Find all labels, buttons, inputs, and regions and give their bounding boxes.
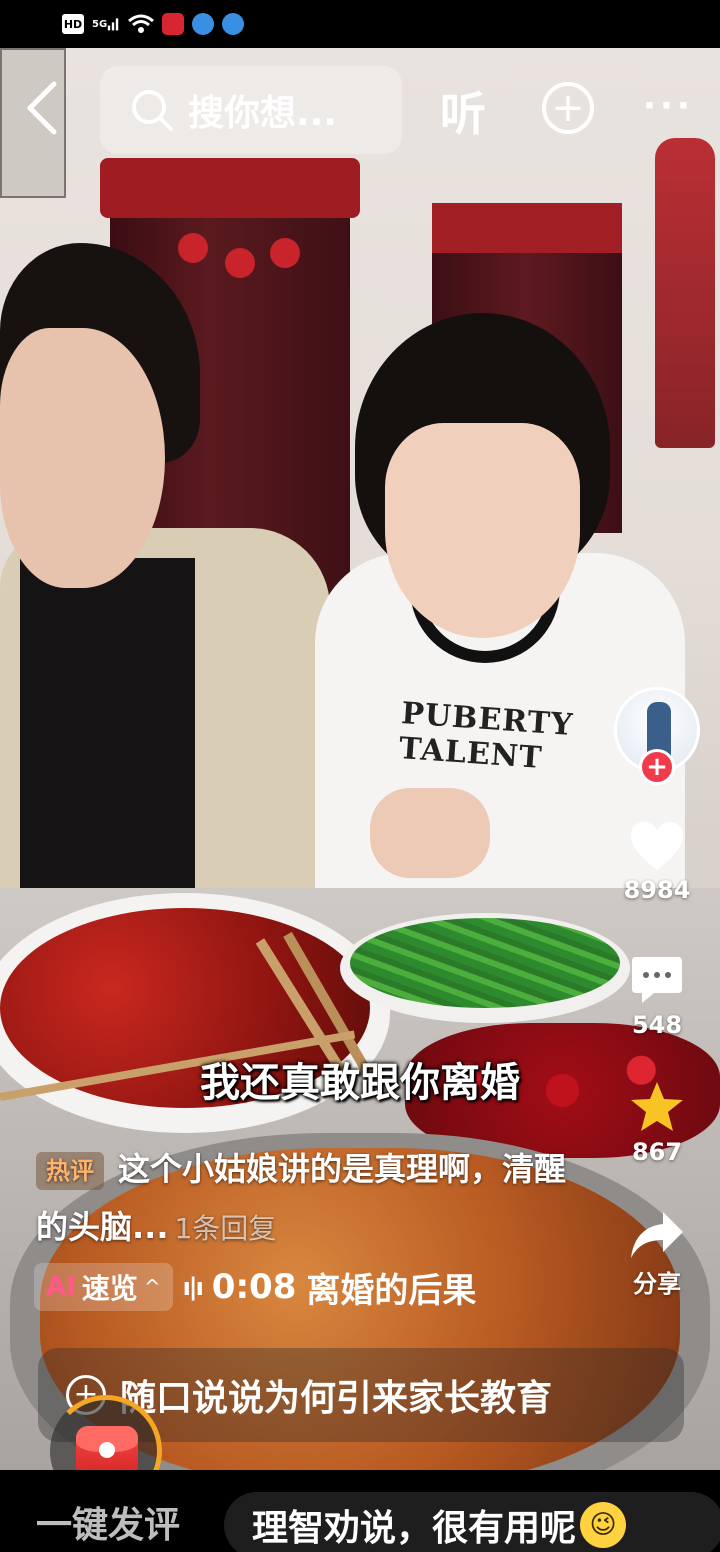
girl-face: [385, 423, 580, 638]
favorite-count: 867: [631, 1138, 683, 1166]
ai-summary-bar[interactable]: AI 速览 ^ ı|ı 0:08 离婚的后果: [34, 1262, 564, 1312]
listen-button[interactable]: 听: [440, 78, 486, 144]
app-notification-icon-2: [222, 13, 244, 35]
door-decoration: [432, 203, 622, 253]
wifi-icon: [128, 14, 154, 34]
hd-voice-icon: HD: [62, 14, 84, 34]
search-box[interactable]: 搜你想...: [100, 66, 402, 154]
ai-summary-toggle[interactable]: AI 速览 ^: [34, 1263, 173, 1311]
door-decoration: [100, 158, 360, 218]
caret-up-icon: ^: [143, 1275, 161, 1299]
shirt-print: PUBERTY TALENT: [397, 696, 575, 776]
reply-count[interactable]: 1条回复: [174, 1212, 276, 1245]
app-notification-icon: [192, 13, 214, 35]
search-placeholder: 搜你想...: [188, 93, 338, 134]
video-subtitle: 我还真敢跟你离婚: [200, 1060, 520, 1106]
chinese-knot: [655, 138, 715, 448]
audio-wave-icon: ı|ı: [182, 1273, 204, 1301]
status-bar: HD 5G: [0, 0, 720, 48]
chevron-left-icon: [27, 81, 57, 135]
hot-comment[interactable]: 热评 这个小姑娘讲的是真理啊，清醒的头脑... 1条回复: [36, 1140, 596, 1258]
more-button[interactable]: ···: [643, 86, 694, 126]
ai-logo-icon: AI: [46, 1272, 76, 1302]
back-button[interactable]: [22, 78, 66, 138]
hot-comment-text: 这个小姑娘讲的是真理啊，清醒的头脑...: [36, 1150, 567, 1246]
ai-summary-label: 速览: [81, 1272, 138, 1305]
ai-summary-topic: 离婚的后果: [306, 1270, 477, 1311]
woman-face: [0, 328, 165, 588]
green-beans: [350, 918, 620, 1008]
share-arrow-icon: [631, 1212, 683, 1258]
share-button[interactable]: 分享: [607, 1210, 707, 1299]
lantern: [270, 238, 300, 268]
quick-reply-text: 理智劝说，很有用呢: [252, 1508, 577, 1549]
signal-5g-icon: 5G: [92, 14, 120, 34]
one-click-comment-button[interactable]: 一键发评: [36, 1496, 180, 1548]
like-count: 8984: [623, 876, 691, 904]
girl-arm: [370, 788, 490, 878]
search-icon: [132, 90, 173, 131]
lantern: [225, 248, 255, 278]
red-packet-seal: [99, 1442, 115, 1458]
add-icon[interactable]: +: [542, 82, 594, 134]
hot-comment-tag: 热评: [36, 1152, 104, 1190]
related-search-text: 随口说说为何引来家长教育: [120, 1378, 553, 1419]
lantern: [178, 233, 208, 263]
share-label: 分享: [633, 1270, 681, 1298]
comment-button[interactable]: 548: [607, 955, 707, 1039]
comment-count: 548: [631, 1011, 683, 1039]
follow-button[interactable]: +: [639, 749, 675, 785]
comment-icon: [632, 957, 682, 1003]
toutiao-notification-icon: [162, 13, 184, 35]
quick-reply-chip[interactable]: 理智劝说，很有用呢 😉: [224, 1492, 720, 1552]
signal-bars-icon: [107, 18, 119, 31]
wink-emoji-icon: 😉: [580, 1502, 627, 1548]
network-label: 5G: [92, 18, 108, 30]
like-button[interactable]: 8984: [607, 820, 707, 904]
heart-icon: [631, 822, 683, 870]
ai-summary-time: 0:08: [211, 1267, 297, 1307]
